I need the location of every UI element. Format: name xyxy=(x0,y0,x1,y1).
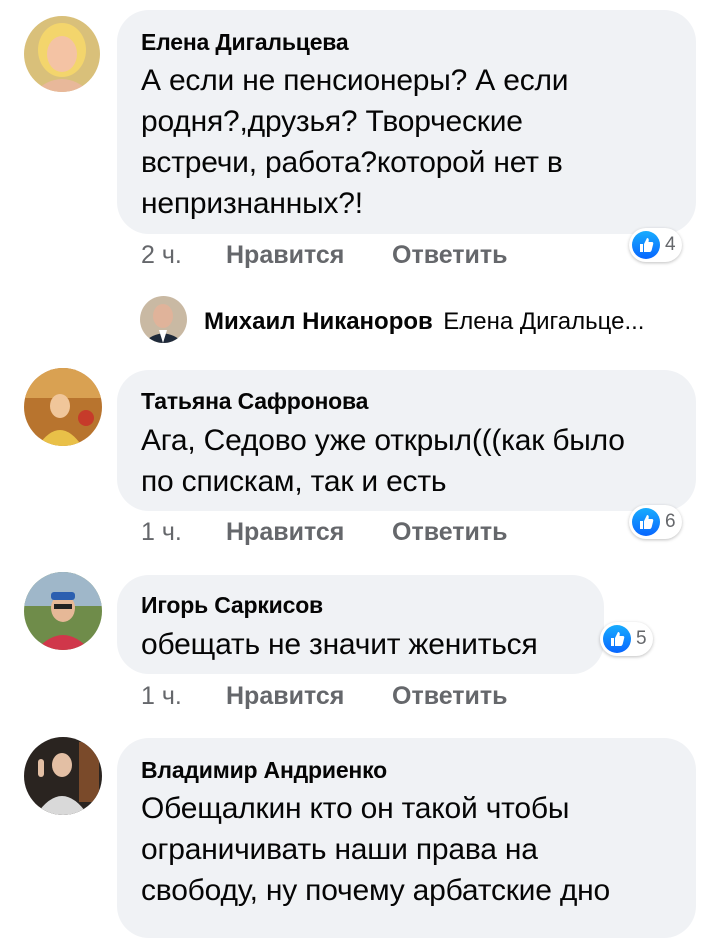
like-button[interactable]: Нравится xyxy=(226,518,344,547)
reply-author[interactable]: Михаил Никаноров xyxy=(204,308,433,335)
comment-timestamp[interactable]: 2 ч. xyxy=(141,241,182,270)
reaction-summary[interactable]: 4 xyxy=(629,228,682,262)
like-button[interactable]: Нравится xyxy=(226,682,344,711)
avatar-igor[interactable] xyxy=(24,572,102,650)
avatar-vladimir[interactable] xyxy=(24,737,102,815)
reaction-summary[interactable]: 5 xyxy=(600,622,653,656)
reply-text: Елена Дигальце... xyxy=(443,308,645,335)
comment-author[interactable]: Игорь Саркисов xyxy=(141,591,323,619)
avatar-mikhail[interactable] xyxy=(140,296,187,343)
comment-text: обещать не значит жениться xyxy=(141,628,538,661)
comment-timestamp[interactable]: 1 ч. xyxy=(141,682,182,711)
like-icon xyxy=(603,625,631,653)
reaction-count: 5 xyxy=(636,628,647,649)
reaction-summary[interactable]: 6 xyxy=(629,505,682,539)
comment-author[interactable]: Татьяна Сафронова xyxy=(141,387,368,415)
like-button[interactable]: Нравится xyxy=(226,241,344,270)
reply-button[interactable]: Ответить xyxy=(392,518,508,547)
reaction-count: 4 xyxy=(665,234,676,255)
like-icon xyxy=(632,231,660,259)
avatar-tatyana[interactable] xyxy=(24,368,102,446)
avatar-elena[interactable] xyxy=(24,16,100,92)
comment-text: А если не пенсионеры? А если родня?,друз… xyxy=(141,64,569,220)
reaction-count: 6 xyxy=(665,511,676,532)
comment-author[interactable]: Елена Дигальцева xyxy=(141,28,349,56)
like-icon xyxy=(632,508,660,536)
reply-preview[interactable]: Михаил Никаноров Елена Дигальце... xyxy=(204,308,644,336)
comment-text: Обещалкин кто он такой чтобы ограничиват… xyxy=(141,792,611,907)
reply-button[interactable]: Ответить xyxy=(392,241,508,270)
comment-author[interactable]: Владимир Андриенко xyxy=(141,756,387,784)
comment-timestamp[interactable]: 1 ч. xyxy=(141,518,182,547)
comment-text: Ага, Седово уже открыл(((как было по спи… xyxy=(141,424,625,498)
reply-button[interactable]: Ответить xyxy=(392,682,508,711)
